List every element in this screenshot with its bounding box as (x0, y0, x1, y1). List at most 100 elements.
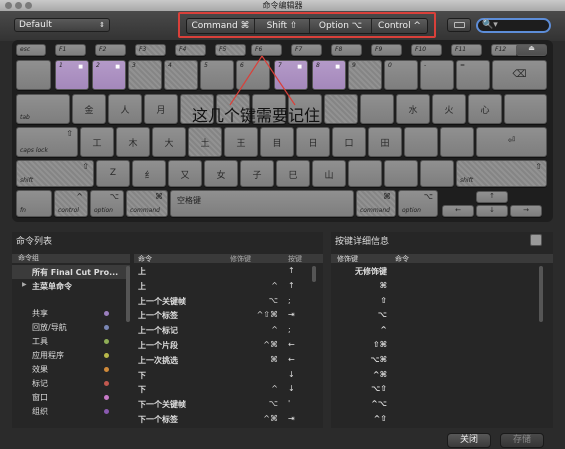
qwerty-key-9[interactable] (360, 94, 394, 124)
fn-key-6[interactable]: F6 (251, 44, 282, 56)
shift-row-key-4[interactable]: 女 (204, 160, 238, 187)
home-key-3[interactable]: 大 (152, 127, 186, 157)
command-name[interactable]: 下一个关键帧 (138, 399, 186, 410)
group-item[interactable]: 应用程序 (32, 350, 64, 361)
number-key-0[interactable] (16, 60, 51, 90)
fn-key-9[interactable]: F9 (371, 44, 402, 56)
detail-modifier[interactable]: ⌥⌘ (331, 355, 387, 364)
modifier-column-header[interactable]: 修饰键 (230, 254, 251, 264)
fn-key-10[interactable]: F10 (411, 44, 442, 56)
detail-modifier[interactable]: ^ (331, 325, 387, 334)
fn-key-3[interactable]: F3 (135, 44, 166, 56)
fn-key-2[interactable]: F2 (95, 44, 126, 56)
fn-key-4[interactable]: F4 (175, 44, 206, 56)
number-key-7[interactable]: 7 ■ (274, 60, 308, 90)
detail-modifier[interactable]: ^⌘ (331, 370, 387, 379)
number-key-11[interactable]: - (420, 60, 454, 90)
number-key-13[interactable]: ⌫ (492, 60, 547, 90)
bottom-key-0[interactable]: fn (16, 190, 52, 217)
group-item[interactable]: 窗口 (32, 392, 48, 403)
preset-dropdown[interactable]: Default ⇕ (14, 18, 110, 32)
command-name[interactable]: 上 (138, 281, 146, 292)
qwerty-key-11[interactable]: 火 (432, 94, 466, 124)
save-button[interactable]: 存储 (500, 433, 544, 448)
command-name[interactable]: 上一个关键帧 (138, 296, 186, 307)
number-key-8[interactable]: 8 ■ (312, 60, 346, 90)
command-name[interactable]: 上一次挑选 (138, 355, 178, 366)
disclosure-triangle-icon[interactable]: ▶ (22, 281, 27, 288)
group-item[interactable]: 所有 Final Cut Pro... (32, 267, 118, 278)
keyboard-view-button[interactable] (447, 18, 471, 32)
fn-key-11[interactable]: F11 (451, 44, 482, 56)
detail-modifier[interactable]: ⌥ (331, 310, 387, 319)
fn-key-7[interactable]: F7 (291, 44, 322, 56)
number-key-9[interactable]: 9 (348, 60, 382, 90)
shift-row-key-10[interactable] (420, 160, 454, 187)
bottom-key-1[interactable]: control ^ (54, 190, 88, 217)
shift-row-key-8[interactable] (348, 160, 382, 187)
number-key-2[interactable]: 2 ■ (92, 60, 126, 90)
command-name[interactable]: 上一个标记 (138, 325, 178, 336)
bottom-key-2[interactable]: option ⌥ (90, 190, 124, 217)
home-key-2[interactable]: 木 (116, 127, 150, 157)
arrow-key-3[interactable]: → (510, 205, 542, 217)
home-key-8[interactable]: 口 (332, 127, 366, 157)
bottom-key-4[interactable]: 空格键 (170, 190, 354, 217)
home-key-11[interactable] (440, 127, 474, 157)
shift-modifier-button[interactable]: Shift ⇧ (255, 19, 310, 33)
qwerty-key-3[interactable]: 月 (144, 94, 178, 124)
command-name[interactable]: 下一个标签 (138, 414, 178, 425)
group-item[interactable]: 共享 (32, 308, 48, 319)
group-item[interactable]: 组织 (32, 406, 48, 417)
bottom-key-6[interactable]: option ⌥ (398, 190, 438, 217)
shift-row-key-9[interactable] (384, 160, 418, 187)
number-key-4[interactable]: 4 (164, 60, 198, 90)
qwerty-key-8[interactable] (324, 94, 358, 124)
detail-modifier-header[interactable]: 修饰键 (337, 254, 358, 264)
detail-modifier[interactable]: ⌘ (331, 281, 387, 290)
home-key-9[interactable]: 田 (368, 127, 402, 157)
number-key-5[interactable]: 5 (200, 60, 234, 90)
command-name[interactable]: 上 (138, 266, 146, 277)
key-column-header[interactable]: 按键 (288, 254, 302, 264)
group-item[interactable]: 标记 (32, 378, 48, 389)
command-scrollbar[interactable] (312, 266, 316, 282)
shift-row-key-5[interactable]: 子 (240, 160, 274, 187)
number-key-10[interactable]: 0 (384, 60, 418, 90)
command-name[interactable]: 上一个片段 (138, 340, 178, 351)
arrow-key-0[interactable]: ← (442, 205, 474, 217)
home-key-6[interactable]: 目 (260, 127, 294, 157)
home-key-5[interactable]: 王 (224, 127, 258, 157)
fn-key-5[interactable]: F5 (215, 44, 246, 56)
arrow-key-2[interactable]: ↓ (476, 205, 508, 217)
home-key-0[interactable]: caps lock ⇧ (16, 127, 78, 157)
group-item[interactable]: 工具 (32, 336, 48, 347)
qwerty-key-10[interactable]: 水 (396, 94, 430, 124)
detail-modifier[interactable]: ⇧ (331, 296, 387, 305)
qwerty-key-0[interactable]: tab (16, 94, 70, 124)
shift-row-key-3[interactable]: 又 (168, 160, 202, 187)
shift-row-key-1[interactable]: Z (96, 160, 130, 187)
detail-modifier[interactable]: ^⇧ (331, 414, 387, 423)
arrow-key-1[interactable]: ↑ (476, 191, 508, 203)
search-field[interactable]: 🔍▾ (476, 18, 551, 33)
command-modifier-button[interactable]: Command ⌘ (187, 19, 255, 33)
detail-modifier[interactable]: ^⌥ (331, 399, 387, 408)
option-modifier-button[interactable]: Option ⌥ (310, 19, 372, 33)
home-key-1[interactable]: 工 (80, 127, 114, 157)
home-key-4[interactable]: 土 (188, 127, 222, 157)
fn-key-0[interactable]: esc (16, 44, 46, 56)
qwerty-key-13[interactable] (504, 94, 547, 124)
control-modifier-button[interactable]: Control ^ (372, 19, 427, 33)
group-item[interactable]: 回放/导航 (32, 322, 67, 333)
command-name[interactable]: 上一个标签 (138, 310, 178, 321)
detail-modifier[interactable]: ⇧⌘ (331, 340, 387, 349)
shift-row-key-0[interactable]: shift ⇧ (16, 160, 94, 187)
eject-key[interactable]: ⏏ (516, 44, 547, 56)
group-item[interactable]: 主菜单命令 (32, 281, 72, 292)
shift-row-key-7[interactable]: 山 (312, 160, 346, 187)
group-item[interactable]: 效果 (32, 364, 48, 375)
group-scrollbar[interactable] (126, 266, 130, 322)
number-key-12[interactable]: = (456, 60, 490, 90)
number-key-6[interactable]: 6 (236, 60, 270, 90)
